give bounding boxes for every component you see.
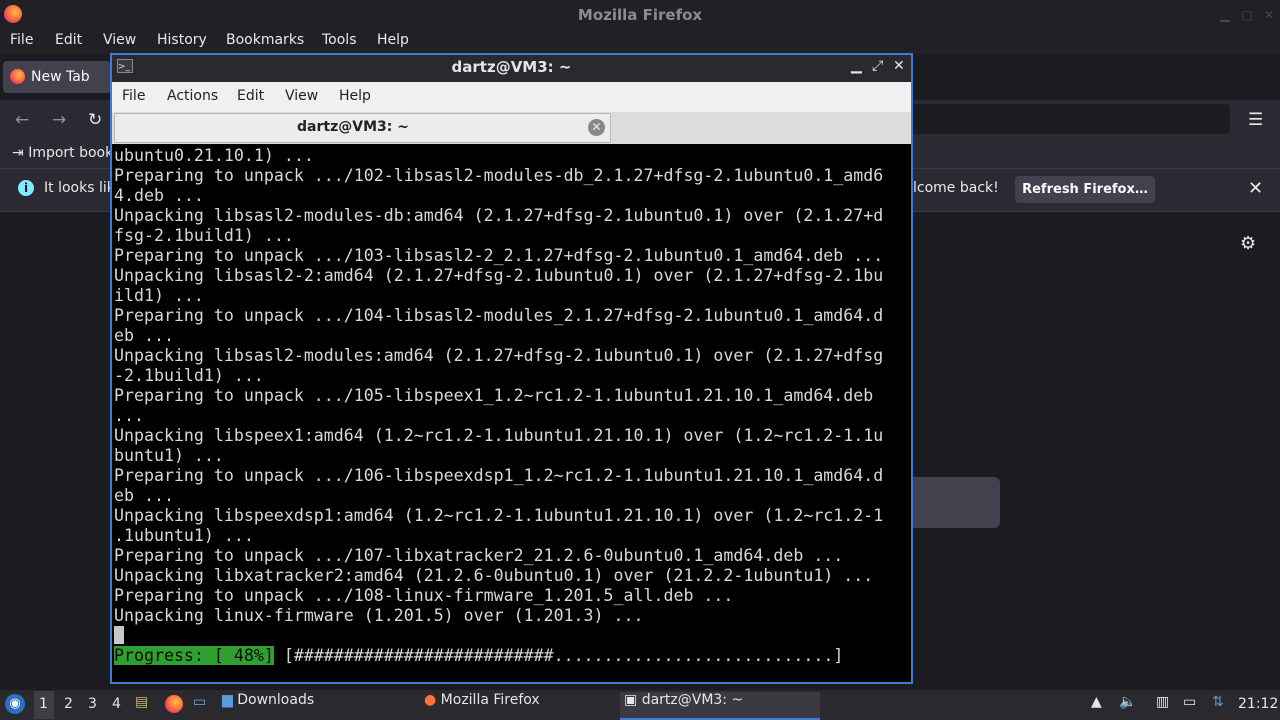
progress-label: Progress: [ 48%] (114, 646, 274, 665)
clock[interactable]: 21:12 (1238, 696, 1278, 712)
terminal-line: buntu1) ... (114, 446, 224, 465)
file-manager-icon[interactable]: ▤ (135, 694, 148, 710)
menu-help[interactable]: Help (377, 32, 409, 48)
terminal-line: eb ... (114, 326, 174, 345)
terminal-taskbar-icon: ▣ (624, 692, 638, 708)
import-icon: ⇥ (12, 145, 24, 161)
terminal-menubar (112, 82, 911, 112)
url-bar[interactable] (912, 104, 1230, 134)
terminal-line: .1ubuntu1) ... (114, 526, 254, 545)
menu-view[interactable]: View (103, 32, 136, 48)
folder-icon: ▆ (222, 692, 233, 708)
gear-icon[interactable]: ⚙ (1240, 233, 1256, 254)
taskbar-app-downloads[interactable]: ▆ Downloads (222, 692, 412, 718)
workspace-2[interactable]: 2 (64, 696, 73, 712)
terminal-line: Unpacking libsasl2-modules-db:amd64 (2.1… (114, 206, 884, 225)
menu-bookmarks[interactable]: Bookmarks (226, 32, 304, 48)
import-bookmarks-label: Import book (28, 145, 114, 161)
forward-icon[interactable]: → (52, 110, 66, 130)
terminal-line: Preparing to unpack .../104-libsasl2-mod… (114, 306, 884, 325)
back-icon[interactable]: ← (15, 110, 29, 130)
terminal-line: Preparing to unpack .../108-linux-firmwa… (114, 586, 734, 605)
taskbar-app-terminal[interactable]: ▣ dartz@VM3: ~ (620, 692, 820, 720)
terminal-line: -2.1build1) ... (114, 366, 264, 385)
terminal-line: Unpacking libsasl2-modules:amd64 (2.1.27… (114, 346, 884, 365)
menu-edit[interactable]: Edit (55, 32, 82, 48)
firefox-window-title: Mozilla Firefox (577, 6, 703, 24)
terminal-line: Unpacking libxatracker2:amd64 (21.2.6-0u… (114, 566, 874, 585)
refresh-firefox-button[interactable]: Refresh Firefox… (1015, 176, 1155, 203)
terminal-line: Unpacking linux-firmware (1.201.5) over … (114, 606, 644, 625)
terminal-line: Preparing to unpack .../102-libsasl2-mod… (114, 166, 884, 185)
menu-file[interactable]: File (10, 32, 33, 48)
taskbar-app-firefox[interactable]: ● Mozilla Firefox (424, 692, 614, 718)
import-bookmarks-button[interactable]: ⇥ Import book (12, 145, 113, 161)
menu-tools[interactable]: Tools (322, 32, 357, 48)
firefox-icon: ● (424, 692, 437, 708)
terminal-line: eb ... (114, 486, 174, 505)
hamburger-menu-icon[interactable]: ☰ (1248, 110, 1263, 130)
network-icon[interactable]: ⇅ (1212, 694, 1224, 710)
terminal-line: Preparing to unpack .../107-libxatracker… (114, 546, 844, 565)
terminal-line: Unpacking libspeex1:amd64 (1.2~rc1.2-1.1… (114, 426, 884, 445)
firefox-launcher-icon[interactable] (165, 695, 183, 713)
clipboard-icon[interactable]: ▥ (1156, 694, 1169, 710)
notice-text-right: lcome back! (913, 180, 999, 196)
volume-icon[interactable]: 🔈 (1119, 694, 1136, 710)
firefox-tab-icon (10, 69, 25, 84)
terminal-output[interactable]: ubuntu0.21.10.1) ... Preparing to unpack … (114, 146, 909, 680)
minimize-icon[interactable]: ▁ (1218, 8, 1232, 22)
terminal-menu-view[interactable]: View (285, 88, 318, 104)
reload-icon[interactable]: ↻ (88, 110, 102, 130)
terminal-line: Preparing to unpack .../105-libspeex1_1.… (114, 386, 874, 405)
progress-line: Progress: [ 48%] [######################… (114, 646, 909, 666)
info-icon: i (18, 180, 34, 196)
terminal-line: Preparing to unpack .../103-libsasl2-2_2… (114, 246, 884, 265)
tab-label: New Tab (31, 69, 90, 85)
terminal-line: Unpacking libspeexdsp1:amd64 (1.2~rc1.2-… (114, 506, 884, 525)
menu-history[interactable]: History (157, 32, 207, 48)
terminal-close-icon[interactable]: ✕ (893, 58, 905, 74)
terminal-tab-label: dartz@VM3: ~ (297, 119, 409, 135)
terminal-window-title: dartz@VM3: ~ (451, 58, 572, 76)
terminal-menu-actions[interactable]: Actions (167, 88, 218, 104)
taskbar-app-label: Mozilla Firefox (440, 692, 540, 708)
terminal-maximize-icon[interactable]: ⤢ (872, 58, 883, 74)
maximize-icon[interactable]: ▢ (1240, 8, 1254, 22)
terminal-line: ubuntu0.21.10.1) ... (114, 146, 314, 165)
start-menu-icon[interactable]: ◉ (5, 694, 25, 714)
terminal-line: ild1) ... (114, 286, 204, 305)
display-icon[interactable]: ▭ (1183, 694, 1196, 710)
notice-close-icon[interactable]: ✕ (1248, 178, 1263, 199)
progress-bar: [##########################.............… (273, 646, 844, 665)
workspace-4[interactable]: 4 (112, 696, 121, 712)
terminal-menu-file[interactable]: File (122, 88, 145, 104)
workspace-1[interactable]: 1 (39, 696, 48, 712)
taskbar-app-label: Downloads (237, 692, 315, 708)
terminal-line: ... (114, 406, 144, 425)
terminal-line: Unpacking libsasl2-2:amd64 (2.1.27+dfsg-… (114, 266, 884, 285)
cursor-line (114, 626, 909, 646)
close-icon[interactable]: ✕ (1262, 8, 1276, 22)
workspace-3[interactable]: 3 (88, 696, 97, 712)
terminal-menu-edit[interactable]: Edit (237, 88, 264, 104)
terminal-minimize-icon[interactable]: ▁ (851, 58, 862, 74)
notice-text: It looks lik (44, 180, 115, 196)
terminal-cursor (114, 626, 124, 644)
terminal-line: Preparing to unpack .../106-libspeexdsp1… (114, 466, 884, 485)
tray-up-icon[interactable]: ▲ (1091, 694, 1102, 710)
terminal-line: 4.deb ... (114, 186, 204, 205)
taskbar-app-label: dartz@VM3: ~ (641, 692, 744, 708)
terminal-menu-help[interactable]: Help (339, 88, 371, 104)
desktop-icon[interactable]: ▭ (193, 694, 206, 710)
terminal-tab-close-icon[interactable]: ✕ (588, 119, 605, 136)
terminal-line: fsg-2.1build1) ... (114, 226, 294, 245)
newtab-search-box[interactable] (913, 477, 1000, 528)
